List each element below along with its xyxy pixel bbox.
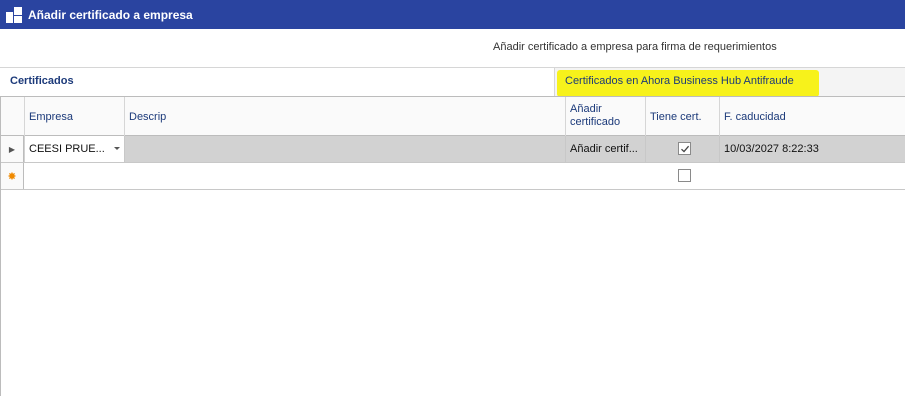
- new-row-asterisk-icon: ✸: [1, 163, 24, 189]
- check-icon: [680, 145, 689, 153]
- column-header-anadir-certificado[interactable]: Añadir certificado: [566, 97, 646, 136]
- column-label-tiene-cert: Tiene cert.: [650, 110, 702, 123]
- column-header-caducidad[interactable]: F. caducidad: [720, 97, 905, 136]
- header-selector-column: [1, 97, 25, 136]
- empresa-combo[interactable]: CEESI PRUE...: [25, 136, 125, 162]
- column-header-descrip[interactable]: Descrip: [125, 97, 566, 136]
- new-caducidad-cell[interactable]: [720, 163, 905, 189]
- column-label-anadir-line1: Añadir: [570, 103, 602, 115]
- new-anadir-cell[interactable]: [566, 163, 646, 189]
- window-titlebar: Añadir certificado a empresa: [0, 0, 905, 29]
- row-selector-arrow-icon[interactable]: ▶: [1, 136, 24, 162]
- form-subtitle: Añadir certificado a empresa para firma …: [493, 41, 777, 53]
- window-title: Añadir certificado a empresa: [28, 7, 193, 22]
- anadir-certificado-cell[interactable]: Añadir certif...: [566, 136, 646, 162]
- empresa-value: CEESI PRUE...: [29, 143, 105, 155]
- table-row[interactable]: ▶ CEESI PRUE... Añadir certif... 10/03/2…: [1, 136, 905, 163]
- tiene-cert-checkbox[interactable]: [678, 142, 691, 155]
- new-tiene-cert-checkbox[interactable]: [678, 169, 691, 182]
- tiene-cert-cell[interactable]: [646, 136, 720, 162]
- new-tiene-cert-cell[interactable]: [646, 163, 720, 189]
- new-row[interactable]: ✸: [1, 163, 905, 190]
- column-label-caducidad: F. caducidad: [724, 110, 786, 123]
- tab-certificados-antifraude[interactable]: Certificados en Ahora Business Hub Antif…: [565, 75, 794, 87]
- column-header-empresa[interactable]: Empresa: [25, 97, 125, 136]
- new-empresa-cell[interactable]: [25, 163, 125, 189]
- chevron-down-icon[interactable]: [114, 147, 120, 150]
- grid-header-row: Empresa Descrip Añadir certificado Tiene …: [1, 97, 905, 136]
- new-descrip-cell[interactable]: [125, 163, 566, 189]
- certificates-grid: Empresa Descrip Añadir certificado Tiene …: [0, 96, 905, 396]
- column-label-empresa: Empresa: [29, 110, 74, 123]
- column-label-anadir-line2: certificado: [570, 116, 621, 128]
- descrip-cell[interactable]: [125, 136, 566, 162]
- column-label-anadir-certificado: Añadir certificado: [570, 103, 620, 129]
- column-header-tiene-cert[interactable]: Tiene cert.: [646, 97, 720, 136]
- certificates-section-bar: Certificados Certificados en Ahora Busin…: [0, 67, 905, 97]
- caducidad-cell[interactable]: 10/03/2027 8:22:33: [720, 136, 905, 162]
- section-title: Certificados: [10, 75, 74, 87]
- column-label-descrip: Descrip: [129, 110, 167, 123]
- app-window-icon: [6, 6, 22, 23]
